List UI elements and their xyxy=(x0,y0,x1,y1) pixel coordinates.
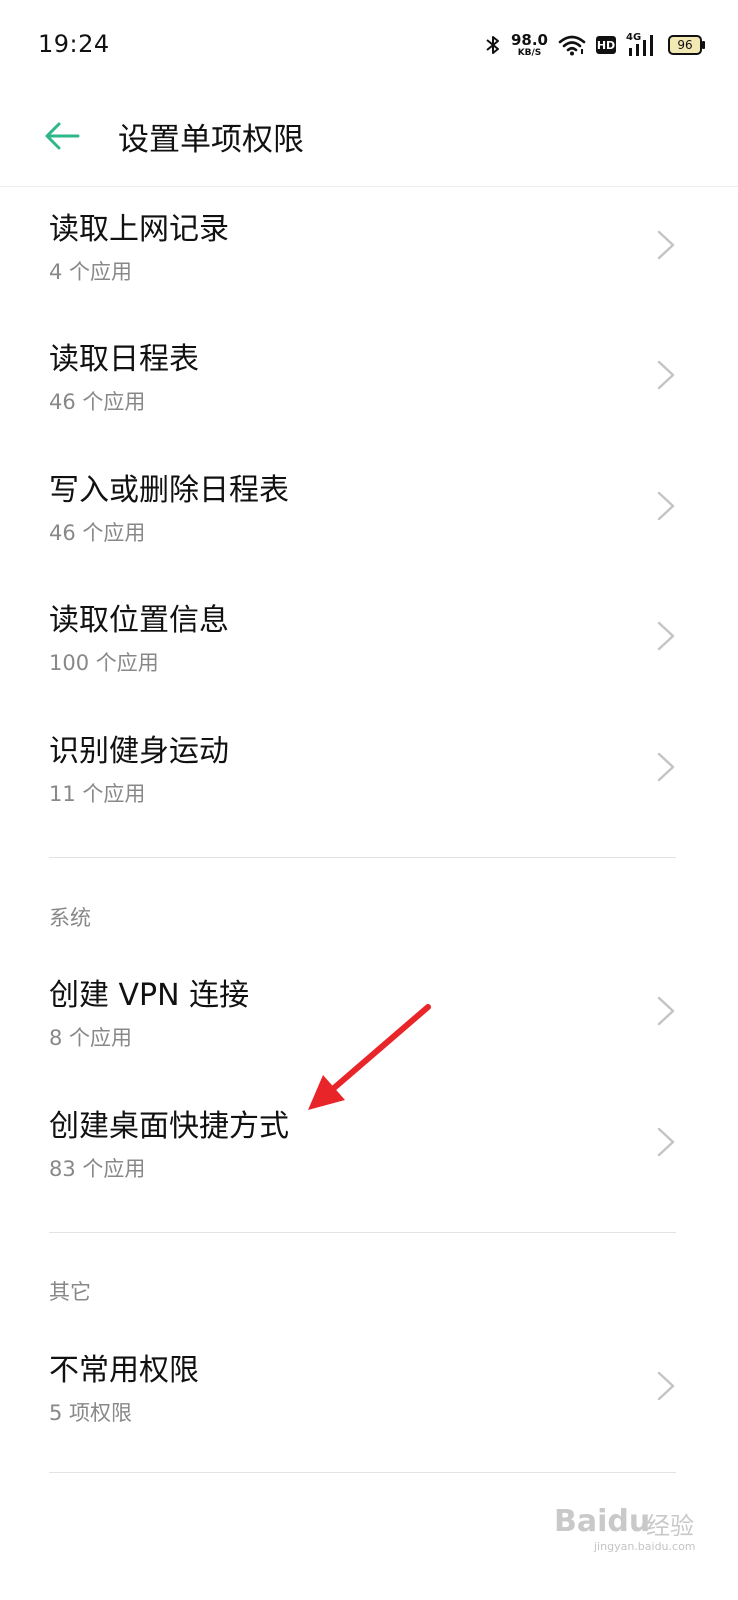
section-header-system: 系统 xyxy=(49,906,91,930)
back-arrow-icon[interactable] xyxy=(42,116,82,156)
hd-icon: HD xyxy=(596,36,616,54)
permission-name: 读取位置信息 xyxy=(49,603,229,638)
cellular-signal-icon: 4G xyxy=(626,32,658,58)
permission-app-count: 5 项权限 xyxy=(49,1401,133,1425)
chevron-right-icon xyxy=(657,1371,675,1401)
permission-name: 不常用权限 xyxy=(49,1353,199,1388)
permission-app-count: 11 个应用 xyxy=(49,782,146,806)
permission-name: 读取上网记录 xyxy=(49,212,229,247)
permission-item[interactable]: 读取上网记录 4 个应用 xyxy=(0,204,738,334)
permission-name: 读取日程表 xyxy=(49,342,199,377)
status-time: 19:24 xyxy=(38,30,110,58)
status-bar: 19:24 98.0 KB/S HD 4G 96 xyxy=(0,0,738,90)
chevron-right-icon xyxy=(657,621,675,651)
permission-app-count: 46 个应用 xyxy=(49,390,146,414)
permission-item[interactable]: 创建 VPN 连接 8 个应用 xyxy=(0,970,738,1100)
permission-app-count: 46 个应用 xyxy=(49,521,146,545)
chevron-right-icon xyxy=(657,230,675,260)
section-divider xyxy=(49,857,676,858)
watermark-brand: 经验 xyxy=(646,1512,694,1540)
chevron-right-icon xyxy=(657,360,675,390)
permission-app-count: 83 个应用 xyxy=(49,1157,146,1181)
title-bar: 设置单项权限 xyxy=(0,90,738,187)
permission-item[interactable]: 读取日程表 46 个应用 xyxy=(0,334,738,464)
permission-name: 识别健身运动 xyxy=(49,734,229,769)
permission-item[interactable]: 识别健身运动 11 个应用 xyxy=(0,726,738,856)
chevron-right-icon xyxy=(657,996,675,1026)
status-icons: 98.0 KB/S HD 4G 96 xyxy=(485,28,705,62)
section-divider xyxy=(49,1232,676,1233)
network-speed: 98.0 KB/S xyxy=(510,30,548,58)
chevron-right-icon xyxy=(657,752,675,782)
permission-item[interactable]: 不常用权限 5 项权限 xyxy=(0,1345,738,1475)
battery-icon: 96 xyxy=(668,35,705,55)
permission-item[interactable]: 创建桌面快捷方式 83 个应用 xyxy=(0,1101,738,1231)
page-title: 设置单项权限 xyxy=(118,122,304,158)
permission-app-count: 4 个应用 xyxy=(49,260,133,284)
permission-item[interactable]: 写入或删除日程表 46 个应用 xyxy=(0,465,738,595)
permission-item[interactable]: 读取位置信息 100 个应用 xyxy=(0,595,738,725)
wifi-icon xyxy=(558,35,586,56)
permission-name: 创建 VPN 连接 xyxy=(49,978,250,1013)
permission-app-count: 100 个应用 xyxy=(49,651,159,675)
chevron-right-icon xyxy=(657,1127,675,1157)
section-divider xyxy=(49,1472,676,1473)
watermark-url: jingyan.baidu.com xyxy=(594,1540,696,1553)
permission-name: 创建桌面快捷方式 xyxy=(49,1109,289,1144)
permission-app-count: 8 个应用 xyxy=(49,1026,133,1050)
chevron-right-icon xyxy=(657,491,675,521)
permission-name: 写入或删除日程表 xyxy=(49,473,289,508)
baidu-jingyan-watermark: Baidu 经验 jingyan.baidu.com xyxy=(554,1494,704,1554)
watermark-logo: Baidu xyxy=(554,1504,651,1539)
section-header-other: 其它 xyxy=(49,1280,91,1304)
bluetooth-icon xyxy=(486,36,499,54)
